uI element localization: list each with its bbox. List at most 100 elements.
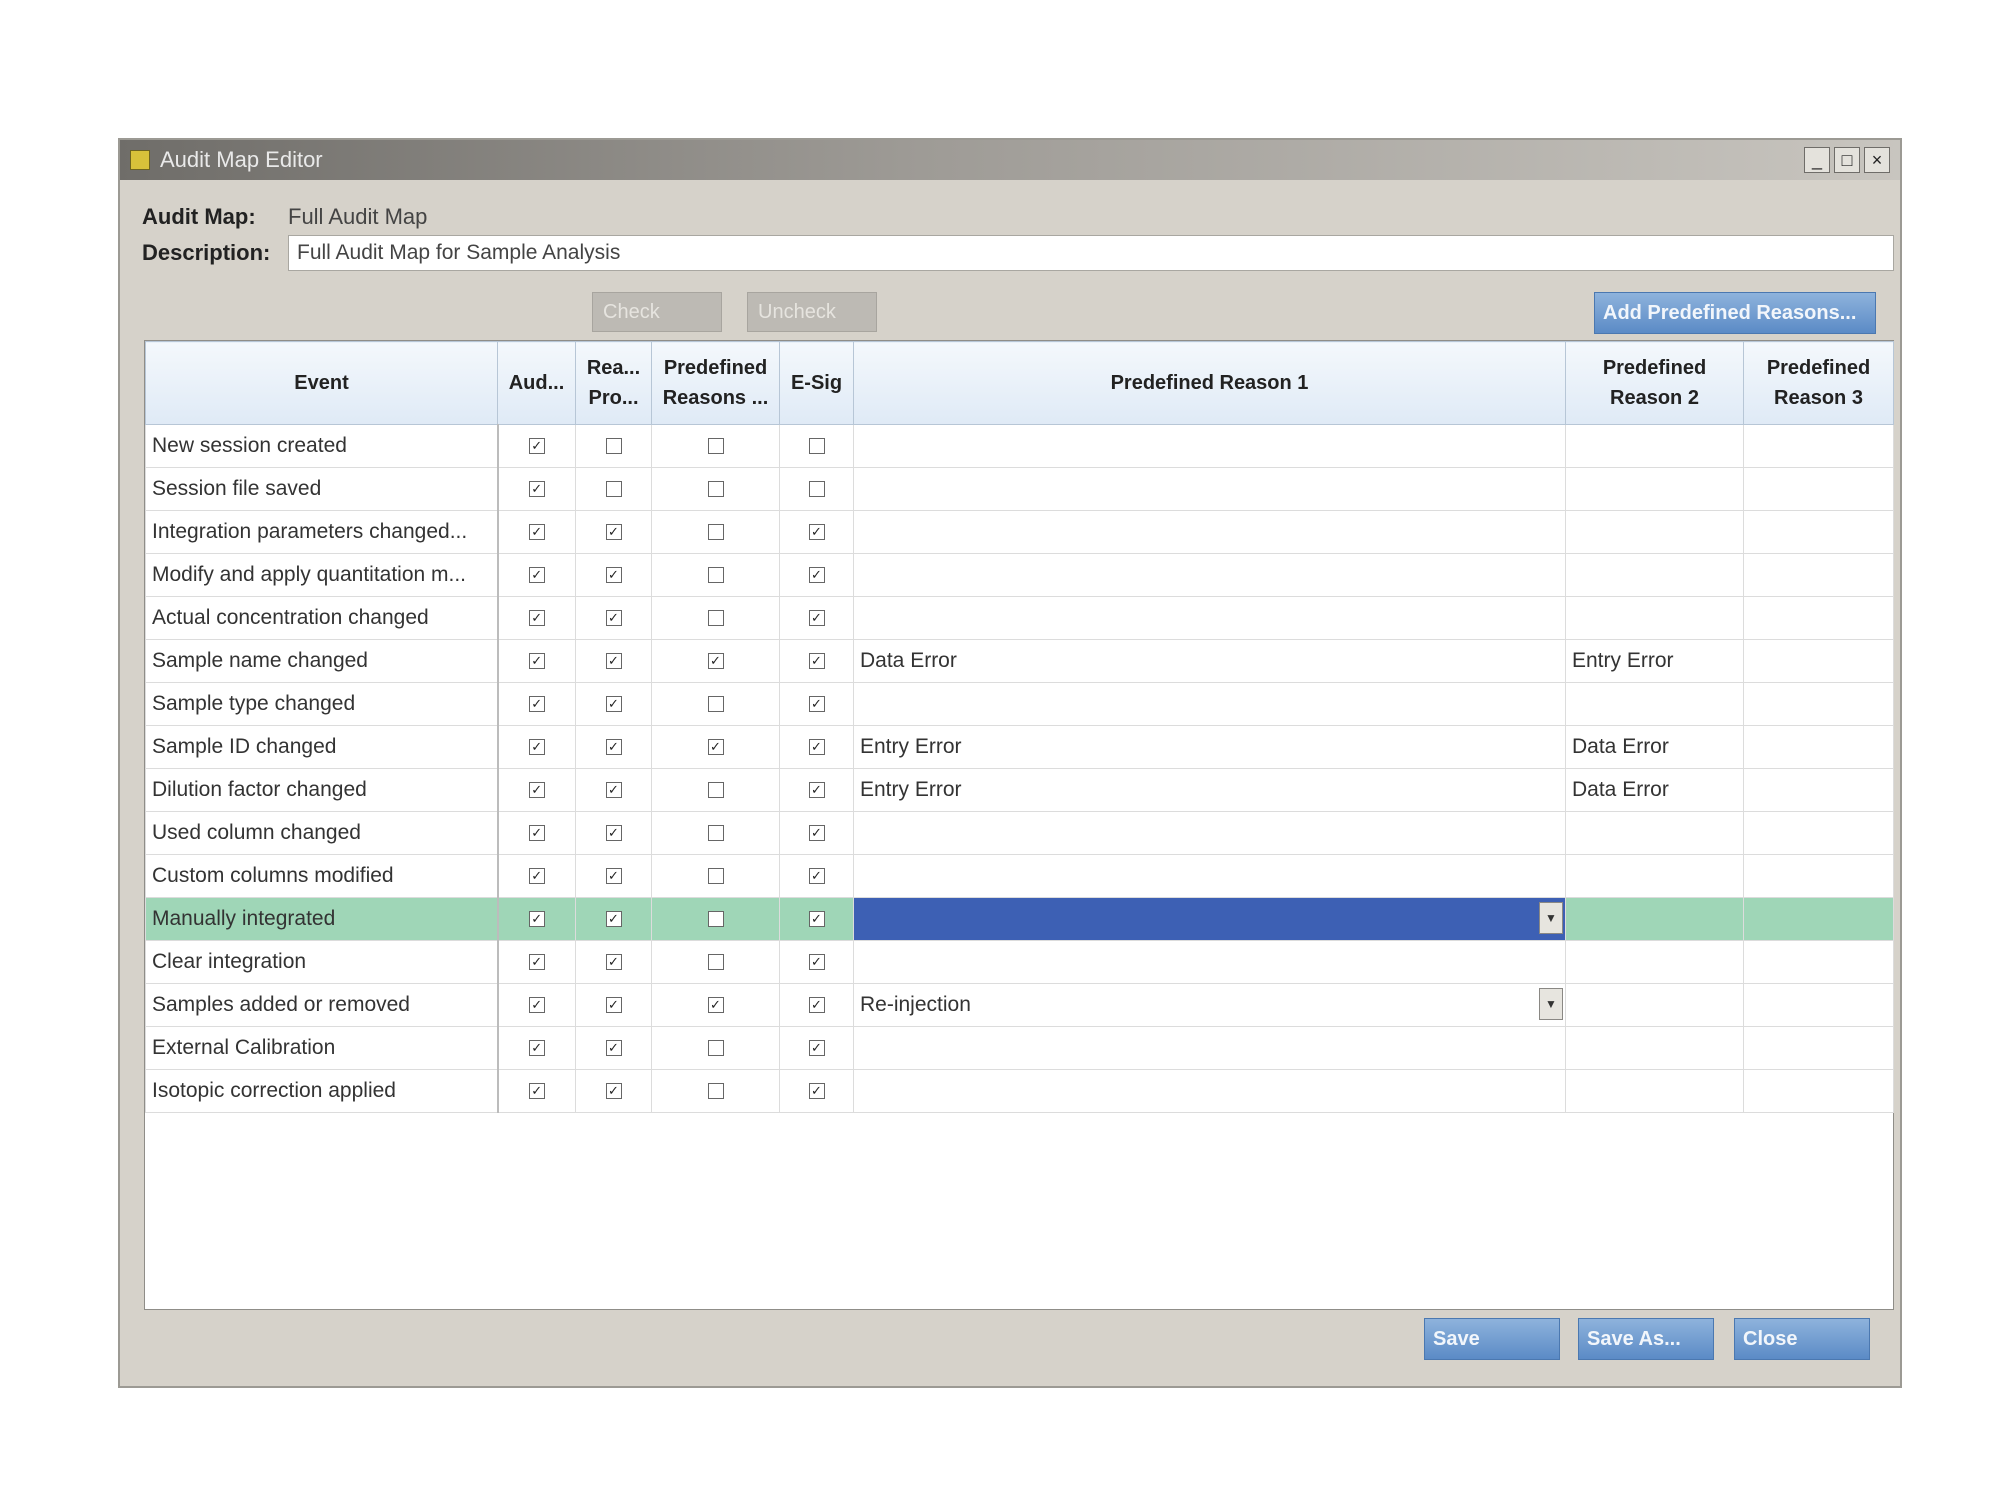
table-row[interactable]: Clear integration ✓ ✓ ✓ [145,940,1894,984]
predefined-reason-2-cell[interactable]: Entry Error [1565,639,1744,683]
audit-checkbox[interactable]: ✓ [528,1040,545,1057]
audit-checkbox[interactable]: ✓ [528,481,545,498]
esig-checkbox[interactable]: ✓ [808,782,825,799]
predefined-reason-3-cell[interactable] [1743,682,1894,726]
reason-prompt-checkbox[interactable]: ✓ [605,868,622,885]
predefined-reason-3-cell[interactable] [1743,897,1894,941]
predefined-reason-1-cell[interactable] [853,510,1566,554]
predefined-reasons-checkbox[interactable] [707,1083,724,1100]
column-header-audit[interactable]: Aud... [497,341,576,425]
predefined-reason-2-cell[interactable] [1565,983,1744,1027]
audit-checkbox[interactable]: ✓ [528,911,545,928]
predefined-reason-2-cell[interactable] [1565,596,1744,640]
title-bar[interactable]: Audit Map Editor _ □ × [120,140,1900,180]
audit-checkbox[interactable]: ✓ [528,524,545,541]
predefined-reason-3-cell[interactable] [1743,639,1894,683]
predefined-reason-3-cell[interactable] [1743,940,1894,984]
predefined-reason-1-cell[interactable] [853,596,1566,640]
predefined-reason-1-cell[interactable] [853,553,1566,597]
description-input[interactable] [288,235,1894,271]
column-header-event[interactable]: Event [145,341,498,425]
predefined-reason-3-cell[interactable] [1743,1069,1894,1113]
esig-checkbox[interactable]: ✓ [808,954,825,971]
predefined-reason-1-cell[interactable]: ▼ [853,897,1566,941]
predefined-reason-3-cell[interactable] [1743,811,1894,855]
table-row[interactable]: Manually integrated ✓ ✓ ✓ ▼ [145,897,1894,941]
audit-checkbox[interactable]: ✓ [528,567,545,584]
add-predefined-reasons-button[interactable]: Add Predefined Reasons... [1594,292,1876,334]
reason-prompt-checkbox[interactable]: ✓ [605,1083,622,1100]
predefined-reason-2-cell[interactable] [1565,1026,1744,1070]
predefined-reasons-checkbox[interactable] [707,524,724,541]
table-row[interactable]: Samples added or removed ✓ ✓ ✓ ✓ Re-injection… [145,983,1894,1027]
reason-prompt-checkbox[interactable]: ✓ [605,567,622,584]
table-row[interactable]: Actual concentration changed ✓ ✓ ✓ [145,596,1894,640]
reason-prompt-checkbox[interactable]: ✓ [605,825,622,842]
esig-checkbox[interactable]: ✓ [808,1083,825,1100]
esig-checkbox[interactable]: ✓ [808,911,825,928]
predefined-reasons-checkbox[interactable] [707,567,724,584]
predefined-reason-1-cell[interactable]: Data Error [853,639,1566,683]
esig-checkbox[interactable]: ✓ [808,610,825,627]
reason-prompt-checkbox[interactable]: ✓ [605,954,622,971]
predefined-reasons-checkbox[interactable] [707,825,724,842]
predefined-reason-2-cell[interactable] [1565,682,1744,726]
audit-checkbox[interactable]: ✓ [528,610,545,627]
predefined-reason-2-cell[interactable] [1565,1069,1744,1113]
table-row[interactable]: External Calibration ✓ ✓ ✓ [145,1026,1894,1070]
maximize-button[interactable]: □ [1834,147,1860,173]
predefined-reasons-checkbox[interactable] [707,911,724,928]
reason-prompt-checkbox[interactable]: ✓ [605,997,622,1014]
predefined-reason-3-cell[interactable] [1743,467,1894,511]
reason-prompt-checkbox[interactable]: ✓ [605,610,622,627]
predefined-reasons-checkbox[interactable] [707,954,724,971]
audit-checkbox[interactable]: ✓ [528,868,545,885]
reason-prompt-checkbox[interactable]: ✓ [605,1040,622,1057]
table-row[interactable]: Session file saved ✓ [145,467,1894,511]
predefined-reasons-checkbox[interactable]: ✓ [707,653,724,670]
reason-prompt-checkbox[interactable]: ✓ [605,782,622,799]
predefined-reasons-checkbox[interactable] [707,1040,724,1057]
predefined-reason-3-cell[interactable] [1743,553,1894,597]
save-as-button[interactable]: Save As... [1578,1318,1714,1360]
esig-checkbox[interactable]: ✓ [808,997,825,1014]
predefined-reason-1-cell[interactable]: Re-injection ▼ [853,983,1566,1027]
predefined-reason-2-cell[interactable] [1565,940,1744,984]
table-row[interactable]: Isotopic correction applied ✓ ✓ ✓ [145,1069,1894,1113]
predefined-reason-2-cell[interactable] [1565,854,1744,898]
predefined-reason-1-cell[interactable] [853,1069,1566,1113]
esig-checkbox[interactable]: ✓ [808,825,825,842]
close-window-button[interactable]: × [1864,147,1890,173]
table-row[interactable]: Custom columns modified ✓ ✓ ✓ [145,854,1894,898]
audit-checkbox[interactable]: ✓ [528,653,545,670]
predefined-reason-3-cell[interactable] [1743,854,1894,898]
esig-checkbox[interactable] [808,438,825,455]
save-button[interactable]: Save [1424,1318,1560,1360]
predefined-reason-3-cell[interactable] [1743,983,1894,1027]
minimize-button[interactable]: _ [1804,147,1830,173]
esig-checkbox[interactable]: ✓ [808,868,825,885]
predefined-reason-2-cell[interactable] [1565,467,1744,511]
audit-checkbox[interactable]: ✓ [528,825,545,842]
predefined-reason-2-cell[interactable] [1565,553,1744,597]
predefined-reason-2-cell[interactable] [1565,510,1744,554]
esig-checkbox[interactable]: ✓ [808,567,825,584]
esig-checkbox[interactable]: ✓ [808,653,825,670]
reason-prompt-checkbox[interactable] [605,481,622,498]
audit-checkbox[interactable]: ✓ [528,696,545,713]
predefined-reason-3-cell[interactable] [1743,510,1894,554]
reason-prompt-checkbox[interactable]: ✓ [605,696,622,713]
predefined-reasons-checkbox[interactable]: ✓ [707,739,724,756]
predefined-reason-3-cell[interactable] [1743,1026,1894,1070]
chevron-down-icon[interactable]: ▼ [1539,902,1563,934]
uncheck-button[interactable]: Uncheck [747,292,877,332]
esig-checkbox[interactable]: ✓ [808,696,825,713]
table-row[interactable]: Integration parameters changed... ✓ ✓ ✓ [145,510,1894,554]
reason-prompt-checkbox[interactable]: ✓ [605,653,622,670]
reason-prompt-checkbox[interactable]: ✓ [605,911,622,928]
predefined-reason-3-cell[interactable] [1743,424,1894,468]
audit-checkbox[interactable]: ✓ [528,739,545,756]
predefined-reasons-checkbox[interactable]: ✓ [707,997,724,1014]
predefined-reason-1-cell[interactable] [853,811,1566,855]
predefined-reason-2-cell[interactable] [1565,424,1744,468]
